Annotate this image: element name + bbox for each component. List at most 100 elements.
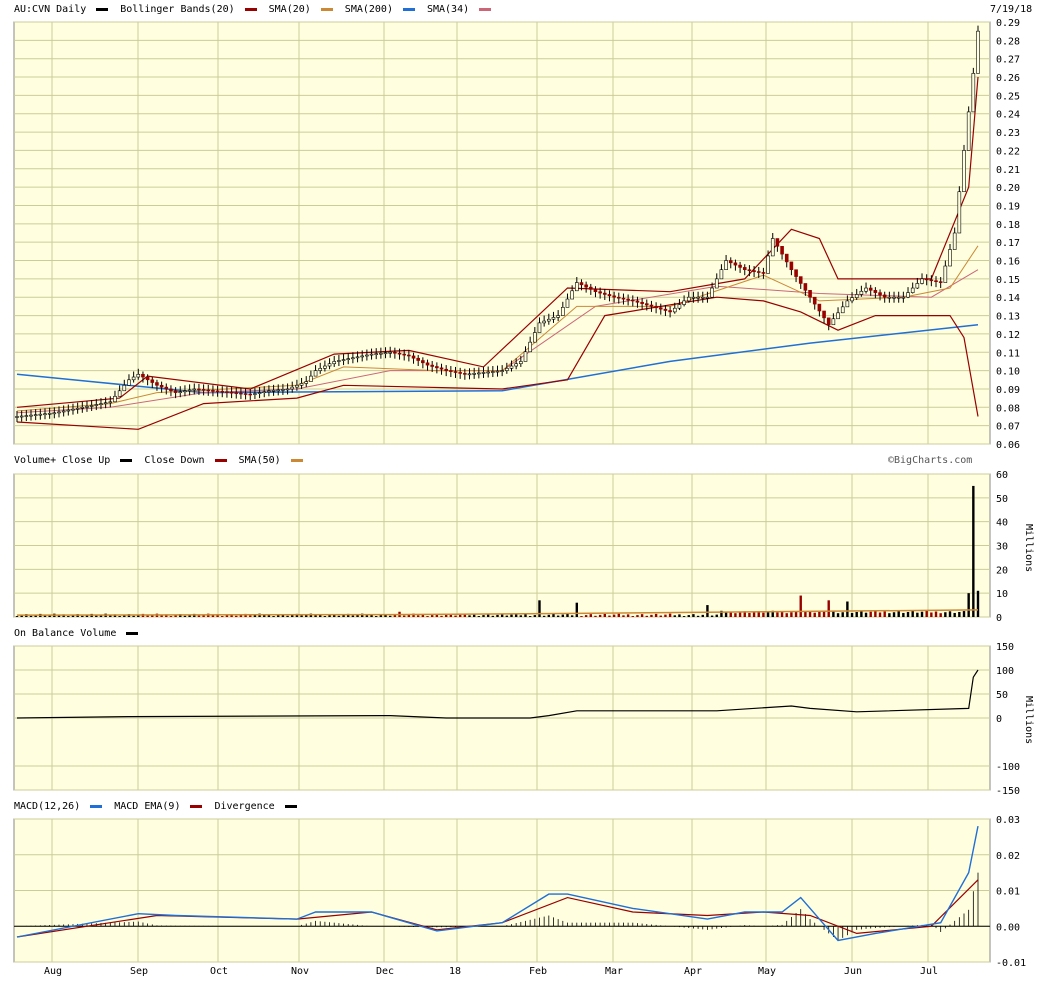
obv-unit-label: Millions <box>1023 696 1034 744</box>
candle-body <box>934 280 938 283</box>
y-tick-label: -100 <box>996 762 1020 773</box>
volume-bar <box>519 615 523 617</box>
volume-bar <box>944 612 947 617</box>
candle-body <box>369 353 374 356</box>
candle-body <box>360 355 365 358</box>
volume-bar <box>902 612 905 617</box>
candle-body <box>803 283 808 291</box>
candle-body <box>728 260 733 264</box>
volume-bar <box>584 615 588 617</box>
volume-bar <box>482 615 485 617</box>
candle-body <box>822 310 826 319</box>
candle-body <box>584 284 588 288</box>
volume-bar <box>146 615 149 617</box>
stock-chart: 0.06 0.07 0.08 0.09 0.10 0.11 0.12 0.13 0.14 0.15… <box>13 18 1034 977</box>
volume-bar <box>598 614 602 617</box>
candle-body <box>453 371 458 373</box>
volume-bar <box>734 613 737 617</box>
volume-bar <box>416 615 420 617</box>
candle-body <box>654 306 658 309</box>
volume-bar <box>934 611 938 617</box>
y-tick-label: 0.24 <box>996 110 1020 121</box>
candle-body <box>85 406 89 408</box>
candle-body <box>169 388 173 392</box>
candle-body <box>183 390 187 393</box>
y-tick-label: 0.07 <box>996 422 1020 433</box>
candle-body <box>514 363 518 367</box>
volume-bar <box>948 611 952 617</box>
y-tick-label: 0.16 <box>996 257 1020 268</box>
candle-body <box>89 405 94 407</box>
volume-bar <box>272 616 275 617</box>
candle-body <box>593 289 598 293</box>
candle-body <box>318 368 323 371</box>
candle-body <box>220 390 225 393</box>
volume-bar <box>118 616 121 617</box>
candle-body <box>976 30 980 74</box>
candle-body <box>589 286 593 290</box>
volume-bar <box>389 615 392 617</box>
volume-bar <box>976 590 980 617</box>
candle-body <box>738 264 742 268</box>
candle-body <box>962 150 966 193</box>
y-tick-label: 50 <box>996 494 1008 505</box>
candle-body <box>929 279 934 282</box>
volume-bar <box>878 612 882 617</box>
volume-bar <box>426 616 429 617</box>
y-tick-label: 0.17 <box>996 238 1020 249</box>
candle-body <box>276 389 281 392</box>
candle-body <box>854 294 859 298</box>
candle-body <box>533 332 537 343</box>
y-tick-label: 0.27 <box>996 55 1020 66</box>
y-tick-label: 0.12 <box>996 330 1020 341</box>
candle-body <box>271 390 276 392</box>
candle-body <box>850 297 854 302</box>
volume-bar <box>888 613 891 617</box>
candle-body <box>425 362 430 366</box>
candle-body <box>486 371 490 374</box>
volume-bar <box>323 616 327 617</box>
candle-body <box>924 278 929 281</box>
candle-body <box>38 413 43 416</box>
candle-body <box>178 391 183 394</box>
candle-body <box>920 278 924 284</box>
y-tick-label: -150 <box>996 786 1020 797</box>
candle-body <box>775 238 780 247</box>
candle-body <box>691 296 696 299</box>
volume-bar <box>622 615 625 617</box>
candle-body <box>910 287 915 293</box>
candle-body <box>798 276 803 284</box>
volume-bar <box>678 614 681 617</box>
candle-body <box>197 388 201 391</box>
volume-bar <box>850 612 854 617</box>
volume-bar <box>654 613 658 617</box>
candle-body <box>33 414 38 416</box>
volume-bar <box>524 614 527 617</box>
candle-body <box>47 412 52 415</box>
volume-bar <box>430 615 434 617</box>
candle-body <box>397 352 402 355</box>
candle-body <box>19 415 24 418</box>
volume-bar <box>785 613 788 617</box>
candle-body <box>756 271 761 273</box>
candle-body <box>117 390 122 397</box>
y-tick-label: 0.20 <box>996 183 1020 194</box>
volume-bar <box>710 615 714 617</box>
volume-bar <box>337 615 341 617</box>
x-month-label: Jul <box>920 966 938 977</box>
volume-bar <box>972 485 975 617</box>
candle-body <box>812 296 817 305</box>
candle-body <box>234 392 239 394</box>
volume-bar <box>906 611 910 617</box>
candle-body <box>66 409 71 412</box>
candle-body <box>262 391 267 394</box>
candle-body <box>915 283 920 289</box>
candle-body <box>430 364 434 367</box>
volume-bar <box>846 601 849 617</box>
y-tick-label: 0.10 <box>996 367 1020 378</box>
volume-bar <box>827 600 830 617</box>
candle-body <box>733 262 738 266</box>
candle-body <box>938 281 943 283</box>
volume-bar <box>687 615 690 617</box>
volume-bar <box>776 612 779 617</box>
